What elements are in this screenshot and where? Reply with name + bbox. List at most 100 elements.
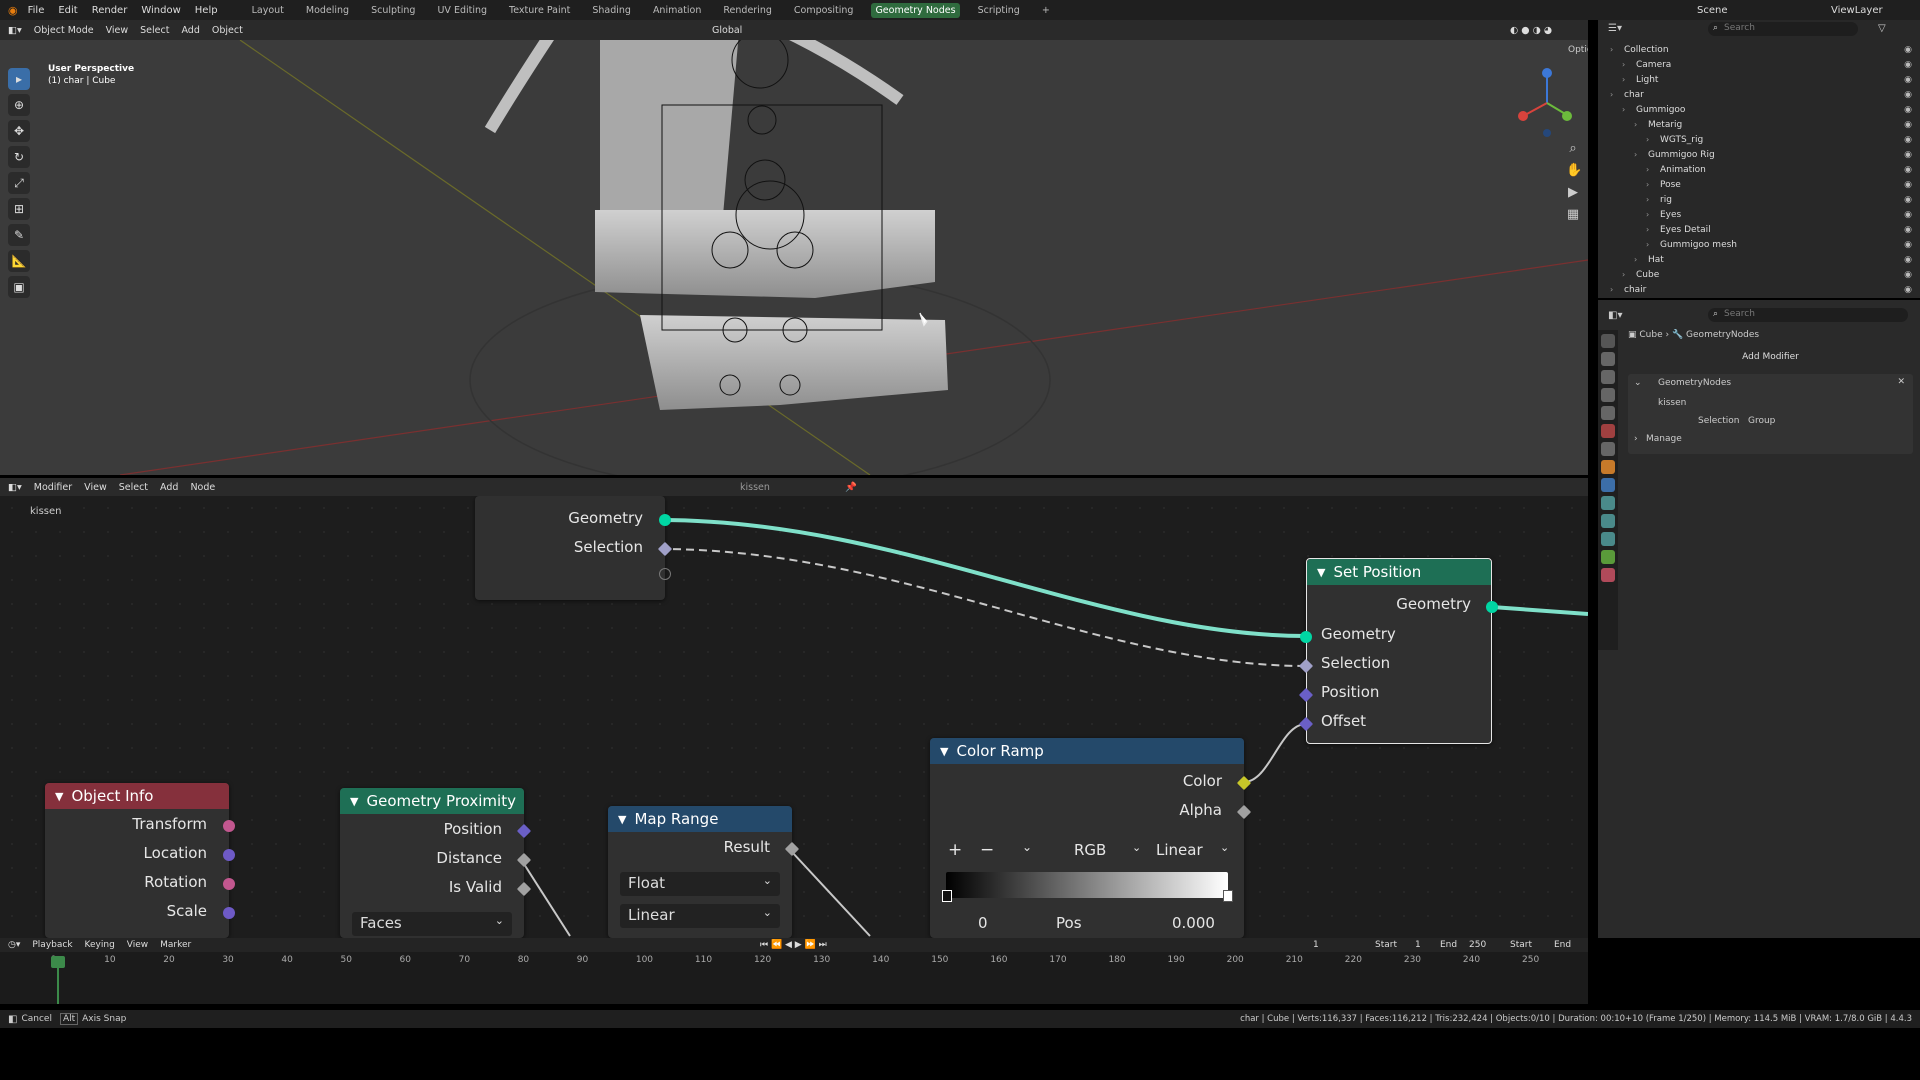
color-ramp-stop-black[interactable]	[942, 890, 952, 902]
object-mode-dropdown[interactable]: Object Mode	[34, 25, 94, 36]
outliner-row[interactable]: › rig ◉	[1598, 192, 1920, 207]
pan-hand-icon[interactable]: ✋	[1566, 160, 1582, 182]
move-tool-icon[interactable]: ✥	[8, 120, 30, 142]
pin-icon[interactable]: 📌	[845, 482, 857, 493]
render-tab-icon[interactable]	[1601, 352, 1615, 366]
collapse-chevron-icon[interactable]: ▼	[1317, 566, 1325, 579]
outliner-row[interactable]: › Cube ◉	[1598, 267, 1920, 282]
outliner-expand-icon[interactable]: ›	[1610, 285, 1624, 294]
visibility-eye-icon[interactable]: ◉	[1904, 225, 1912, 235]
color-ramp-color-mode-dropdown[interactable]: RGB	[1074, 841, 1106, 859]
outliner-row[interactable]: › Gummigoo mesh ◉	[1598, 237, 1920, 252]
outliner-row[interactable]: › WGTS_rig ◉	[1598, 132, 1920, 147]
outliner-row[interactable]: › Eyes ◉	[1598, 207, 1920, 222]
scene-selector[interactable]: Scene	[1697, 5, 1728, 16]
set-position-geometry-in-socket[interactable]	[1300, 631, 1312, 643]
menu-help[interactable]: Help	[195, 5, 218, 16]
node-menu-node[interactable]: Node	[190, 482, 215, 493]
color-ramp-header[interactable]: ▼ Color Ramp	[930, 738, 1244, 764]
manage-collapse-icon[interactable]: ›	[1634, 434, 1638, 444]
visibility-eye-icon[interactable]: ◉	[1904, 150, 1912, 160]
tab-texture-paint[interactable]: Texture Paint	[505, 3, 574, 18]
outliner-row[interactable]: › Metarig ◉	[1598, 117, 1920, 132]
object-tab-icon[interactable]	[1601, 460, 1615, 474]
menu-file[interactable]: File	[28, 5, 45, 16]
node-menu-select[interactable]: Select	[119, 482, 148, 493]
viewport-menu-view[interactable]: View	[106, 25, 129, 36]
outliner-row[interactable]: › char ◉	[1598, 87, 1920, 102]
zoom-icon[interactable]: ⌕	[1566, 138, 1580, 160]
outliner-expand-icon[interactable]: ›	[1622, 270, 1636, 279]
constraints-tab-icon[interactable]	[1601, 532, 1615, 546]
object-info-transform-socket[interactable]	[223, 820, 235, 832]
tab-shading[interactable]: Shading	[588, 3, 635, 18]
collapse-chevron-icon[interactable]: ▼	[350, 795, 358, 808]
outliner-row[interactable]: › Hat ◉	[1598, 252, 1920, 267]
outliner-expand-icon[interactable]: ›	[1646, 210, 1660, 219]
viewport-menu-select[interactable]: Select	[140, 25, 169, 36]
map-range-node[interactable]: ▼ Map Range Result Float ⌄ Linear ⌄	[608, 806, 800, 938]
group-input-empty-socket[interactable]	[659, 568, 671, 580]
blender-logo-icon[interactable]: ◉	[8, 4, 18, 17]
visibility-eye-icon[interactable]: ◉	[1904, 75, 1912, 85]
outliner-row[interactable]: › Camera ◉	[1598, 57, 1920, 72]
playback-controls[interactable]: ⏮ ⏪ ◀ ▶ ⏩ ⏭	[760, 940, 827, 950]
tab-sculpting[interactable]: Sculpting	[367, 3, 419, 18]
add-cube-tool-icon[interactable]: ▣	[8, 276, 30, 298]
tab-animation[interactable]: Animation	[649, 3, 705, 18]
transform-orientation-dropdown[interactable]: Global	[712, 25, 742, 36]
menu-render[interactable]: Render	[92, 5, 128, 16]
world-tab-icon[interactable]	[1601, 424, 1615, 438]
group-input-geometry-socket[interactable]	[659, 514, 671, 526]
outliner-expand-icon[interactable]: ›	[1622, 75, 1636, 84]
add-workspace-button[interactable]: +	[1038, 3, 1054, 18]
measure-tool-icon[interactable]: 📐	[8, 250, 30, 272]
visibility-eye-icon[interactable]: ◉	[1904, 270, 1912, 280]
geometry-proximity-node[interactable]: ▼ Geometry Proximity Position Distance I…	[340, 788, 532, 938]
outliner-expand-icon[interactable]: ›	[1610, 90, 1624, 99]
outliner-panel[interactable]: ☰▾ ⌕ Search ▽ › Collection ◉ › Camera ◉ › Light…	[1598, 20, 1920, 298]
physics-tab-icon[interactable]	[1601, 514, 1615, 528]
object-info-node[interactable]: ▼ Object Info Transform Location Rotatio…	[45, 783, 235, 938]
outliner-expand-icon[interactable]: ›	[1646, 135, 1660, 144]
color-ramp-stop-white[interactable]	[1223, 890, 1233, 902]
outliner-expand-icon[interactable]: ›	[1634, 120, 1648, 129]
select-tool-icon[interactable]: ▸	[8, 68, 30, 90]
tool-tab-icon[interactable]	[1601, 334, 1615, 348]
tab-scripting[interactable]: Scripting	[974, 3, 1024, 18]
visibility-eye-icon[interactable]: ◉	[1904, 180, 1912, 190]
map-range-header[interactable]: ▼ Map Range	[608, 806, 792, 832]
color-ramp-gradient-bar[interactable]	[946, 872, 1228, 898]
visibility-eye-icon[interactable]: ◉	[1904, 135, 1912, 145]
set-position-geometry-out-socket[interactable]	[1486, 601, 1498, 613]
cursor-tool-icon[interactable]: ⊕	[8, 94, 30, 116]
3d-viewport[interactable]: User Perspective (1) char | Cube ▸ ⊕ ✥ ↻…	[0, 20, 1588, 475]
map-range-interpolation-dropdown[interactable]: Linear ⌄	[620, 904, 780, 928]
object-info-header[interactable]: ▼ Object Info	[45, 783, 229, 809]
outliner-expand-icon[interactable]: ›	[1646, 225, 1660, 234]
outliner-row[interactable]: › Eyes Detail ◉	[1598, 222, 1920, 237]
outliner-expand-icon[interactable]: ›	[1646, 195, 1660, 204]
outliner-row[interactable]: › Gummigoo Rig ◉	[1598, 147, 1920, 162]
visibility-eye-icon[interactable]: ◉	[1904, 255, 1912, 265]
timeline-menu-keying[interactable]: Keying	[85, 940, 115, 950]
geometry-proximity-header[interactable]: ▼ Geometry Proximity	[340, 788, 524, 814]
timeline-menu-view[interactable]: View	[127, 940, 148, 950]
properties-search-input[interactable]: ⌕ Search	[1708, 308, 1908, 322]
data-tab-icon[interactable]	[1601, 550, 1615, 564]
color-ramp-node[interactable]: ▼ Color Ramp Color Alpha + − ⌄ RGB ⌄ Lin…	[930, 738, 1252, 938]
node-menu-add[interactable]: Add	[160, 482, 178, 493]
navigation-gizmo[interactable]	[1515, 65, 1575, 140]
visibility-eye-icon[interactable]: ◉	[1904, 105, 1912, 115]
outliner-row[interactable]: › chair ◉	[1598, 282, 1920, 297]
outliner-row[interactable]: › Collection ◉	[1598, 42, 1920, 57]
color-ramp-remove-stop-button[interactable]: −	[980, 840, 994, 860]
node-group-field[interactable]: kissen	[1658, 398, 1686, 408]
outliner-expand-icon[interactable]: ›	[1646, 180, 1660, 189]
manage-section[interactable]: Manage	[1646, 434, 1682, 444]
collapse-chevron-icon[interactable]: ▼	[55, 790, 63, 803]
timeline-menu-marker[interactable]: Marker	[160, 940, 191, 950]
timeline-area[interactable]: 1102030405060708090100110120130140150160…	[0, 952, 1588, 1004]
visibility-eye-icon[interactable]: ◉	[1904, 120, 1912, 130]
view-layer-tab-icon[interactable]	[1601, 388, 1615, 402]
